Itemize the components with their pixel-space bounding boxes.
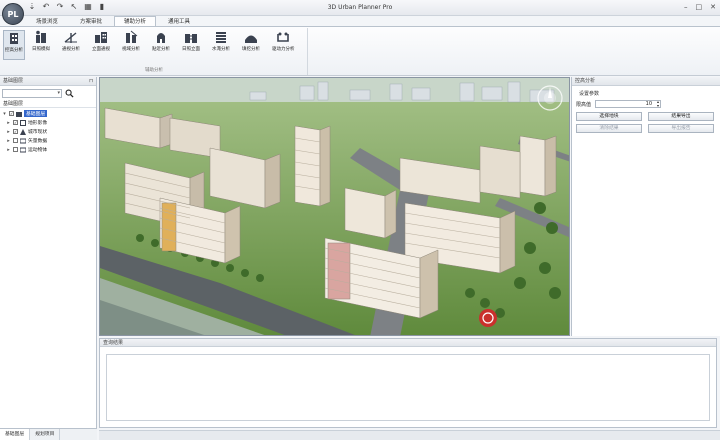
watermark-logo <box>479 309 497 327</box>
flood-icon <box>216 32 226 43</box>
layer-checkbox[interactable] <box>13 138 18 143</box>
cut-fill-button[interactable]: 填挖分析 <box>240 30 262 60</box>
viewshed-icon <box>126 30 138 43</box>
terrain-icon <box>20 119 26 126</box>
collapse-icon[interactable]: ▾ <box>2 111 7 117</box>
sunlight-icon <box>36 30 46 43</box>
clear-result-button[interactable]: 清除结果 <box>576 124 642 133</box>
layer-checkbox[interactable]: ✓ <box>9 111 14 116</box>
viewshed-button[interactable]: 视域分析 <box>120 30 142 60</box>
height-control-icon <box>10 33 18 44</box>
select-parcel-button[interactable]: 选择地块 <box>576 112 642 121</box>
ribbon-tabs: 场景浏览 方案审批 辅助分析 通用工具 <box>26 16 200 26</box>
chevron-down-icon: ▾ <box>57 89 60 96</box>
ribbon-group-analysis: 控高分析 日照模拟 通视分析 立面通视 视域分析 贴近分析 日照立面 水淹分析 … <box>0 28 308 75</box>
3d-scene-view[interactable] <box>99 77 570 336</box>
params-section-label: 设置参数 <box>579 91 600 97</box>
tree-node-base-layers[interactable]: ▾ ✓ 基础图层 <box>2 109 94 118</box>
tree-node-city-status[interactable]: ▸ ✓ 城市现状 <box>2 127 94 136</box>
search-icon[interactable] <box>65 89 74 98</box>
city-scene-render <box>100 78 569 335</box>
proximity-icon <box>157 33 165 43</box>
tab-scene-browse[interactable]: 场景浏览 <box>26 16 68 26</box>
analysis-panel: 控高分析 设置参数 限高值 10 ▴ ▾ 选择地块 结果导出 清除结果 导出报告 <box>571 77 720 336</box>
flood-analysis-button[interactable]: 水淹分析 <box>210 30 232 60</box>
vehicle-icon <box>20 147 26 152</box>
facade-sightline-button[interactable]: 立面通视 <box>90 30 112 60</box>
window-controls: – □ ✕ <box>684 3 716 11</box>
tree-title: 基础图层 <box>0 100 96 108</box>
layer-filter-dropdown[interactable]: ▾ <box>2 88 62 98</box>
app-window: ⇣ ↶ ↷ ↖ ▦ ▮ 3D Urban Planner Pro – □ ✕ P… <box>0 0 720 440</box>
expand-icon[interactable]: ▸ <box>6 120 11 126</box>
close-icon[interactable]: ✕ <box>710 3 716 11</box>
layer-panel-tabs: 基础图层 规划项目 <box>0 428 97 440</box>
layer-checkbox[interactable] <box>13 147 18 152</box>
tree-node-moving-objects[interactable]: ▸ 运动物体 <box>2 145 94 154</box>
facade-icon <box>95 32 107 43</box>
analysis-buttons-row-1: 选择地块 结果导出 <box>576 112 716 121</box>
expand-icon[interactable]: ▸ <box>6 147 11 153</box>
sightline-button[interactable]: 通视分析 <box>60 30 82 60</box>
title-bar: ⇣ ↶ ↷ ↖ ▦ ▮ 3D Urban Planner Pro – □ ✕ <box>0 0 720 16</box>
export-result-button[interactable]: 结果导出 <box>648 112 714 121</box>
layer-checkbox[interactable]: ✓ <box>13 129 18 134</box>
folder-icon <box>16 111 22 117</box>
query-results-header: 查询结果 <box>100 339 716 347</box>
height-control-button[interactable]: 控高分析 <box>3 30 25 60</box>
tab-base-layers[interactable]: 基础图层 <box>0 429 31 440</box>
driving-force-icon <box>277 32 289 42</box>
tree-node-terrain[interactable]: ▸ ✓ 地形影像 <box>2 118 94 127</box>
pin-panel-icon[interactable]: ⊓ <box>89 77 93 86</box>
app-title: 3D Urban Planner Pro <box>327 4 393 11</box>
proximity-button[interactable]: 贴近分析 <box>150 30 172 60</box>
minimize-icon[interactable]: – <box>684 3 688 11</box>
status-bar <box>99 430 720 440</box>
analysis-panel-body: 设置参数 限高值 10 ▴ ▾ 选择地块 结果导出 清除结果 导出报告 <box>572 86 720 135</box>
vector-icon <box>20 138 26 143</box>
maximize-icon[interactable]: □ <box>696 3 703 11</box>
sun-facade-icon <box>185 34 197 43</box>
tab-planning-projects[interactable]: 规划项目 <box>30 429 61 440</box>
export-report-button[interactable]: 导出报告 <box>648 124 714 133</box>
layer-checkbox[interactable]: ✓ <box>13 120 18 125</box>
analysis-buttons-row-2: 清除结果 导出报告 <box>576 124 716 133</box>
cut-fill-icon <box>245 35 257 43</box>
analysis-panel-header: 控高分析 <box>572 77 720 86</box>
tab-plan-approval[interactable]: 方案审批 <box>70 16 112 26</box>
query-results-panel: 查询结果 <box>99 338 717 428</box>
sightline-icon <box>64 32 77 43</box>
tab-general-tools[interactable]: 通用工具 <box>158 16 200 26</box>
driving-force-button[interactable]: 驱动力分析 <box>272 30 295 60</box>
tab-assist-analysis[interactable]: 辅助分析 <box>114 16 157 26</box>
query-results-area[interactable] <box>106 354 710 421</box>
ribbon-group-label: 辅助分析 <box>145 68 163 73</box>
height-limit-stepper[interactable]: 10 ▴ ▾ <box>595 100 662 108</box>
stepper-arrows-icon[interactable]: ▴ ▾ <box>657 100 659 108</box>
height-limit-label: 限高值 <box>576 101 592 108</box>
layer-tree: ▾ ✓ 基础图层 ▸ ✓ 地形影像 ▸ ✓ 城市现状 ▸ 矢量数据 ▸ 运动物体 <box>0 108 96 155</box>
sun-facade-button[interactable]: 日照立面 <box>180 30 202 60</box>
layer-search-row: ▾ <box>0 86 96 100</box>
height-limit-row: 限高值 10 ▴ ▾ <box>576 99 716 109</box>
app-logo[interactable]: PL <box>2 3 24 25</box>
tree-node-vector-data[interactable]: ▸ 矢量数据 <box>2 136 94 145</box>
ribbon-panel: 控高分析 日照模拟 通视分析 立面通视 视域分析 贴近分析 日照立面 水淹分析 … <box>0 26 720 76</box>
layer-panel-header: 基础图层 ⊓ <box>0 77 96 86</box>
expand-icon[interactable]: ▸ <box>6 129 11 135</box>
expand-icon[interactable]: ▸ <box>6 138 11 144</box>
city-icon <box>20 128 26 135</box>
layer-panel: 基础图层 ⊓ ▾ 基础图层 ▾ ✓ 基础图层 ▸ ✓ 地形影像 ▸ ✓ 城市现状… <box>0 77 97 440</box>
sunlight-sim-button[interactable]: 日照模拟 <box>30 30 52 60</box>
